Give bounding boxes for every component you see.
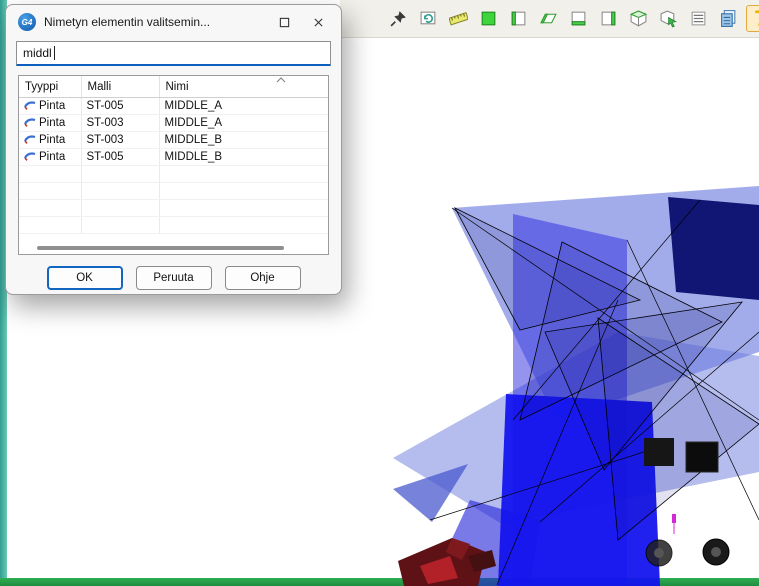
row-name-label: MIDDLE_B — [159, 132, 328, 149]
dialog-titlebar: G4 Nimetyn elementin valitsemin... — [6, 5, 341, 39]
hook-icon[interactable] — [746, 5, 759, 32]
filter-field — [16, 41, 331, 66]
empty-table-row — [19, 217, 328, 234]
table-header-row: Tyyppi Malli Nimi — [19, 76, 328, 98]
row-list-icon[interactable] — [686, 6, 711, 31]
row-model-label: ST-003 — [81, 132, 159, 149]
update-window-icon[interactable] — [416, 6, 441, 31]
help-button[interactable]: Ohje — [225, 266, 301, 290]
workplane-filled-icon[interactable] — [476, 6, 501, 31]
column-header-name[interactable]: Nimi — [159, 76, 328, 98]
workplane-right-icon[interactable] — [596, 6, 621, 31]
row-name-label: MIDDLE_B — [159, 149, 328, 166]
surface-icon — [24, 133, 36, 145]
workplane-bottom-icon[interactable] — [566, 6, 591, 31]
workplane-top-icon[interactable] — [536, 6, 561, 31]
maximize-button[interactable] — [267, 8, 301, 36]
filter-input[interactable] — [16, 41, 331, 66]
close-button[interactable] — [301, 8, 335, 36]
row-type-label: Pinta — [39, 151, 65, 163]
row-type-label: Pinta — [39, 117, 65, 129]
sort-up-icon — [276, 77, 286, 83]
workplane-left-icon[interactable] — [506, 6, 531, 31]
element-table: Tyyppi Malli Nimi Pinta ST-005 MIDDLE_A … — [18, 75, 329, 255]
table-row[interactable]: Pinta ST-005 MIDDLE_B — [19, 149, 328, 166]
model-geometry — [393, 186, 759, 586]
top-toolbar — [340, 0, 759, 38]
column-header-type[interactable]: Tyyppi — [19, 76, 81, 98]
empty-table-row — [19, 200, 328, 217]
row-type-label: Pinta — [39, 134, 65, 146]
row-model-label: ST-005 — [81, 98, 159, 115]
surface-icon — [24, 150, 36, 162]
table-row[interactable]: Pinta ST-003 MIDDLE_A — [19, 115, 328, 132]
dialog-buttons: OK Peruuta Ohje — [6, 266, 341, 290]
scrollbar-thumb[interactable] — [37, 246, 284, 250]
text-caret — [54, 46, 55, 60]
ok-button[interactable]: OK — [47, 266, 123, 290]
row-type-label: Pinta — [39, 100, 65, 112]
dialog-title: Nimetyn elementin valitsemin... — [44, 15, 267, 29]
cancel-button[interactable]: Peruuta — [136, 266, 212, 290]
pin-icon[interactable] — [386, 6, 411, 31]
named-element-dialog: G4 Nimetyn elementin valitsemin... Tyypp… — [5, 4, 342, 295]
measure-ruler-icon[interactable] — [446, 6, 471, 31]
row-name-label: MIDDLE_A — [159, 115, 328, 132]
column-header-model[interactable]: Malli — [81, 76, 159, 98]
row-model-label: ST-005 — [81, 149, 159, 166]
table-row[interactable]: Pinta ST-003 MIDDLE_B — [19, 132, 328, 149]
empty-table-row — [19, 183, 328, 200]
cube-outline-icon[interactable] — [626, 6, 651, 31]
cube-pick-icon[interactable] — [656, 6, 681, 31]
surface-icon — [24, 99, 36, 111]
horizontal-scrollbar — [23, 246, 324, 251]
row-model-label: ST-003 — [81, 115, 159, 132]
layers-icon[interactable] — [716, 6, 741, 31]
table-row[interactable]: Pinta ST-005 MIDDLE_A — [19, 98, 328, 115]
row-name-label: MIDDLE_A — [159, 98, 328, 115]
empty-table-row — [19, 166, 328, 183]
g4-app-icon: G4 — [18, 13, 36, 31]
surface-icon — [24, 116, 36, 128]
element-table-body: Pinta ST-005 MIDDLE_A Pinta ST-003 MIDDL… — [19, 98, 328, 234]
